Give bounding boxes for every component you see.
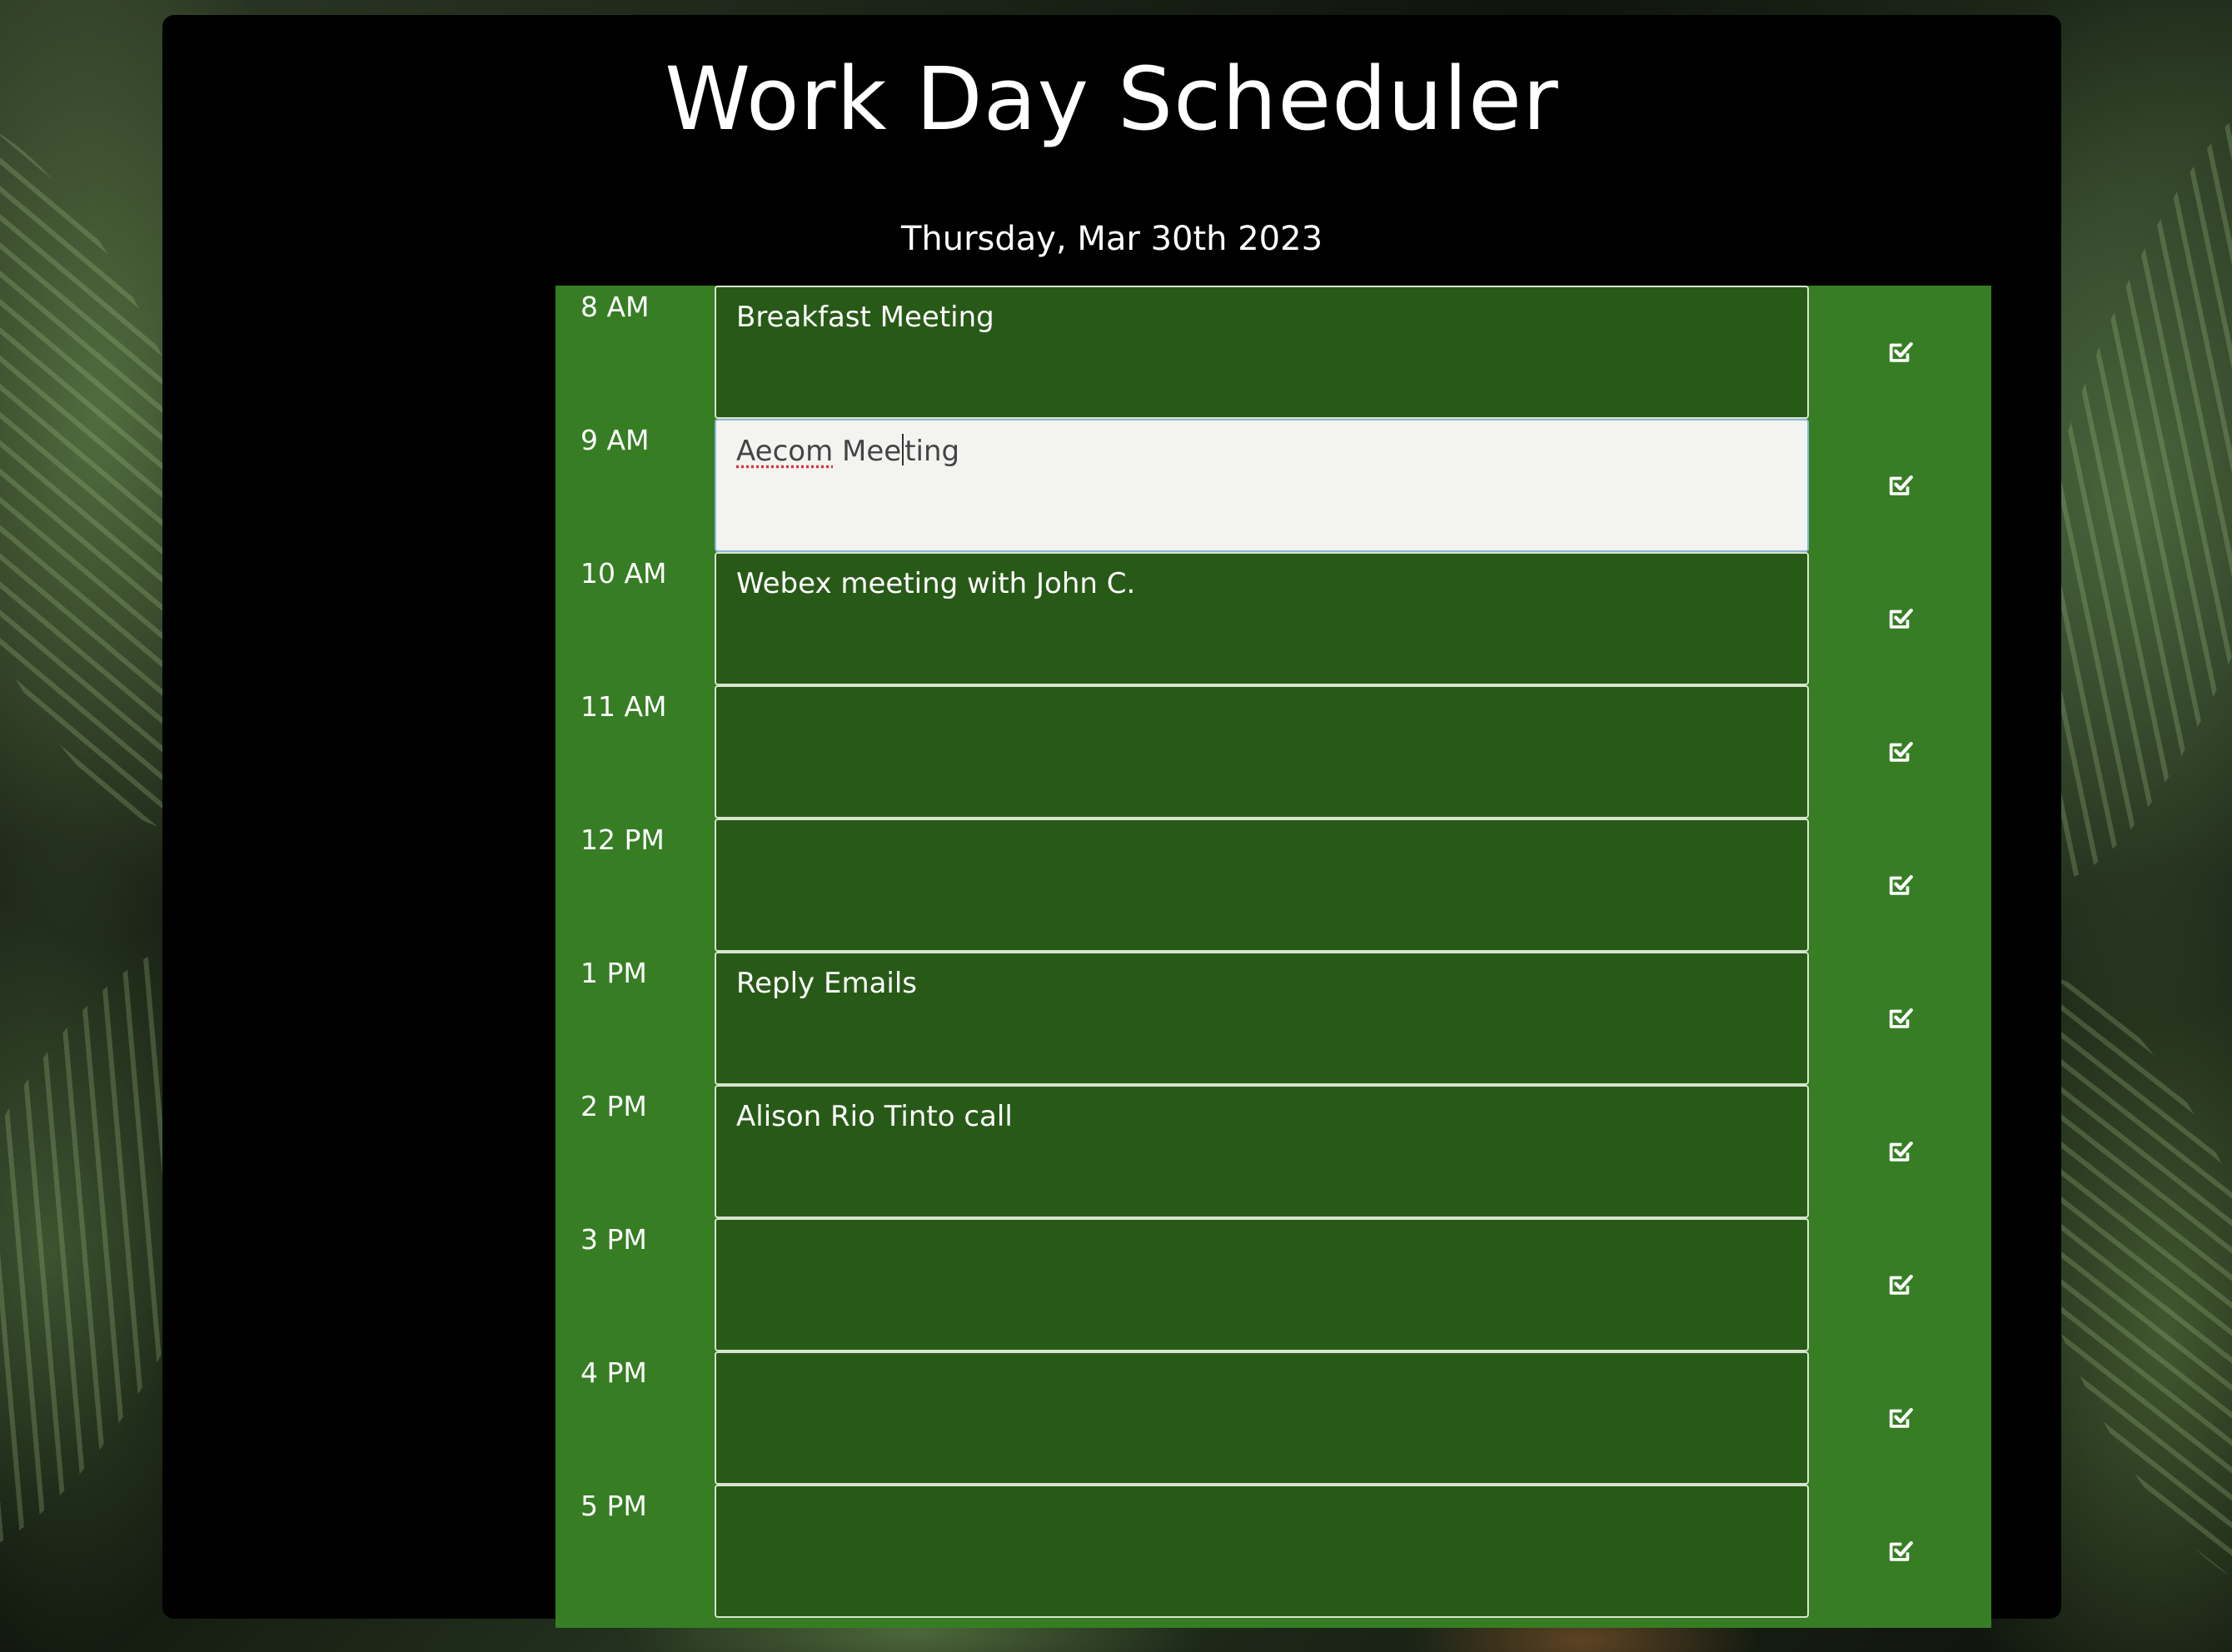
save-button[interactable] <box>1809 286 1991 419</box>
time-block-row: 11 AM <box>556 685 1991 819</box>
check-square-icon <box>1889 1141 1913 1162</box>
text-segment: ting <box>904 435 960 468</box>
scheduler-panel: Work Day Scheduler Thursday, Mar 30th 20… <box>162 15 2061 1628</box>
event-textarea[interactable] <box>715 1351 1809 1485</box>
hour-label: 3 PM <box>580 1223 647 1256</box>
save-button[interactable] <box>1809 419 1991 552</box>
hour-label: 12 PM <box>580 824 665 856</box>
time-block-row: 9 AM Aecom Mee ting <box>556 419 1991 552</box>
hour-label: 2 PM <box>580 1090 647 1122</box>
text-segment: Mee <box>833 435 902 468</box>
event-textarea[interactable] <box>715 819 1809 952</box>
event-textarea[interactable] <box>715 1485 1809 1618</box>
hour-label: 1 PM <box>580 957 647 989</box>
save-button[interactable] <box>1809 552 1991 685</box>
check-square-icon <box>1889 1540 1913 1561</box>
schedule-container: 8 AM Breakfast Meeting 9 AM Aecom Mee tin… <box>556 286 1991 1628</box>
save-button[interactable] <box>1809 952 1991 1085</box>
event-textarea[interactable]: Webex meeting with John C. <box>715 552 1809 685</box>
check-square-icon <box>1889 1407 1913 1428</box>
text-cursor <box>902 434 904 465</box>
save-button[interactable] <box>1809 1485 1991 1618</box>
save-button[interactable] <box>1809 1218 1991 1351</box>
page-title: Work Day Scheduler <box>665 48 1559 150</box>
time-block-row: 8 AM Breakfast Meeting <box>556 286 1991 419</box>
hour-label: 5 PM <box>580 1490 647 1522</box>
time-block-row: 10 AM Webex meeting with John C. <box>556 552 1991 685</box>
time-block-row: 2 PM Alison Rio Tinto call <box>556 1085 1991 1218</box>
check-square-icon <box>1889 608 1913 629</box>
hour-label: 4 PM <box>580 1356 647 1389</box>
event-textarea[interactable] <box>715 1218 1809 1351</box>
time-block-row: 1 PM Reply Emails <box>556 952 1991 1085</box>
misspelled-word: Aecom <box>736 435 834 468</box>
time-block-row: 3 PM <box>556 1218 1991 1351</box>
check-square-icon <box>1889 1008 1913 1028</box>
event-textarea[interactable]: Breakfast Meeting <box>715 286 1809 419</box>
current-date: Thursday, Mar 30th 2023 <box>900 220 1323 258</box>
save-button[interactable] <box>1809 819 1991 952</box>
hour-label: 10 AM <box>580 557 667 590</box>
hour-label: 11 AM <box>580 690 667 723</box>
save-button[interactable] <box>1809 1351 1991 1485</box>
check-square-icon <box>1889 1274 1913 1295</box>
hour-label: 8 AM <box>580 291 650 323</box>
check-square-icon <box>1889 341 1913 362</box>
event-textarea[interactable]: Reply Emails <box>715 952 1809 1085</box>
time-block-row: 4 PM <box>556 1351 1991 1485</box>
event-textarea[interactable]: Alison Rio Tinto call <box>715 1085 1809 1218</box>
time-block-row: 5 PM <box>556 1485 1991 1618</box>
save-button[interactable] <box>1809 1085 1991 1218</box>
event-textarea[interactable] <box>715 685 1809 819</box>
check-square-icon <box>1889 874 1913 895</box>
hour-label: 9 AM <box>580 424 650 456</box>
time-block-row: 12 PM <box>556 819 1991 952</box>
save-button[interactable] <box>1809 685 1991 819</box>
check-square-icon <box>1889 475 1913 495</box>
check-square-icon <box>1889 741 1913 762</box>
event-textarea-focused[interactable]: Aecom Mee ting <box>715 419 1809 552</box>
